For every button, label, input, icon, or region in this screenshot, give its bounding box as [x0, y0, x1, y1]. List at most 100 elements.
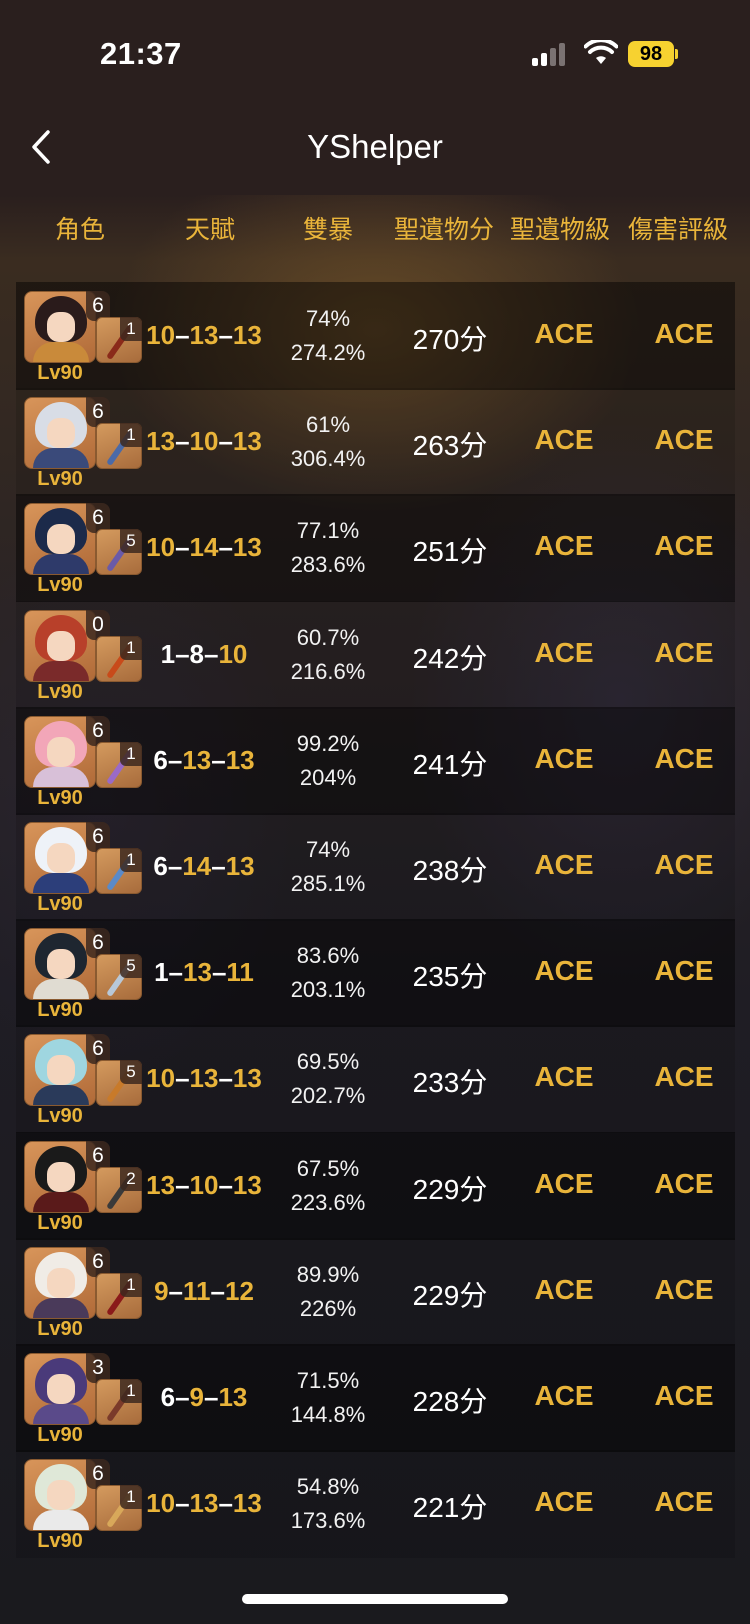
damage-grade: ACE [654, 318, 714, 349]
crit-rate: 61% [305, 412, 351, 437]
character-row[interactable]: 0 Lv90 1 1–8–10 60.7% 216.6% 242分 ACE ACE [16, 601, 735, 709]
artifact-grade: ACE [534, 1486, 594, 1517]
talent-levels: 10–14–13 [146, 532, 262, 562]
damage-grade: ACE [654, 530, 714, 561]
crit-damage: 216.6% [290, 659, 366, 684]
crit-damage: 226% [299, 1296, 357, 1321]
crit-rate: 54.8% [296, 1474, 360, 1499]
refinement-badge: 1 [120, 742, 142, 766]
character-row[interactable]: 6 Lv90 1 13–10–13 61% 306.4% 263分 ACE ACE [16, 388, 735, 496]
character-row[interactable]: 6 Lv90 1 10–13–13 74% 274.2% 270分 ACE ACE [16, 282, 735, 390]
talent-skill: 10 [189, 426, 219, 456]
talent-normal: 6 [153, 851, 168, 881]
refinement-badge: 1 [120, 1485, 142, 1509]
refinement-badge: 1 [120, 1273, 142, 1297]
artifact-grade: ACE [534, 637, 594, 668]
header-talent[interactable]: 天賦 [148, 210, 272, 246]
talent-skill: 11 [183, 1276, 211, 1306]
character-row[interactable]: 6 Lv90 1 6–13–13 99.2% 204% 241分 ACE ACE [16, 707, 735, 815]
character-row[interactable]: 6 Lv90 5 1–13–11 83.6% 203.1% 235分 ACE ACE [16, 919, 735, 1027]
damage-grade: ACE [654, 1380, 714, 1411]
talent-normal: 13 [146, 1170, 176, 1200]
character-row[interactable]: 6 Lv90 1 6–14–13 74% 285.1% 238分 ACE ACE [16, 813, 735, 921]
crit-damage: 204% [299, 765, 357, 790]
home-indicator [242, 1594, 508, 1604]
character-level: Lv90 [37, 893, 83, 915]
character-level: Lv90 [37, 1530, 83, 1552]
damage-grade: ACE [654, 637, 714, 668]
talent-normal: 10 [146, 1488, 176, 1518]
character-row[interactable]: 6 Lv90 5 10–13–13 69.5% 202.7% 233分 ACE ACE [16, 1025, 735, 1133]
crit-rate: 89.9% [296, 1262, 360, 1287]
crit-rate: 71.5% [296, 1368, 360, 1393]
talent-skill: 8 [189, 639, 204, 669]
crit-damage: 223.6% [290, 1190, 366, 1215]
talent-burst: 13 [232, 1170, 262, 1200]
crit-stats: 89.9% 226% [266, 1258, 390, 1326]
status-bar: 21:37 98 [0, 0, 750, 100]
character-row[interactable]: 6 Lv90 5 10–14–13 77.1% 283.6% 251分 ACE ACE [16, 494, 735, 602]
crit-damage: 283.6% [290, 552, 366, 577]
crit-stats: 77.1% 283.6% [266, 514, 390, 582]
talent-burst: 13 [232, 426, 262, 456]
refinement-badge: 5 [120, 529, 142, 553]
talent-skill: 13 [182, 745, 212, 775]
crit-damage: 202.7% [290, 1083, 366, 1108]
damage-grade: ACE [654, 743, 714, 774]
artifact-score: 270分 [412, 324, 488, 355]
talent-levels: 1–13–11 [154, 957, 254, 987]
talent-normal: 10 [146, 532, 176, 562]
crit-stats: 69.5% 202.7% [266, 1045, 390, 1113]
crit-damage: 173.6% [290, 1508, 366, 1533]
character-row[interactable]: 6 Lv90 1 9–11–12 89.9% 226% 229分 ACE ACE [16, 1238, 735, 1346]
refinement-badge: 5 [120, 954, 142, 978]
artifact-score: 263分 [412, 430, 488, 461]
artifact-score: 229分 [412, 1174, 488, 1205]
character-level: Lv90 [37, 681, 83, 703]
talent-skill: 13 [189, 1063, 219, 1093]
crit-rate: 77.1% [296, 518, 360, 543]
damage-grade: ACE [654, 955, 714, 986]
crit-stats: 74% 274.2% [266, 302, 390, 370]
refinement-badge: 1 [120, 317, 142, 341]
character-level: Lv90 [37, 1212, 83, 1234]
character-level: Lv90 [37, 362, 83, 384]
character-level: Lv90 [37, 1318, 83, 1340]
talent-burst: 13 [232, 1488, 262, 1518]
crit-rate: 69.5% [296, 1049, 360, 1074]
page-title: YShelper [307, 128, 443, 165]
talent-normal: 10 [146, 320, 176, 350]
artifact-score: 221分 [412, 1492, 488, 1523]
talent-levels: 10–13–13 [146, 1063, 262, 1093]
talent-burst: 13 [225, 851, 255, 881]
talent-levels: 6–9–13 [160, 1382, 248, 1412]
talent-normal: 9 [154, 1276, 169, 1306]
talent-burst: 11 [226, 957, 254, 987]
character-row[interactable]: 3 Lv90 1 6–9–13 71.5% 144.8% 228分 ACE ACE [16, 1344, 735, 1452]
header-damage-grade[interactable]: 傷害評級 [620, 210, 736, 246]
talent-levels: 10–13–13 [146, 320, 262, 350]
artifact-grade: ACE [534, 1274, 594, 1305]
crit-rate: 74% [305, 306, 351, 331]
artifact-grade: ACE [534, 1061, 594, 1092]
header-artifact-grade[interactable]: 聖遺物級 [502, 210, 618, 246]
header-character[interactable]: 角色 [20, 210, 140, 246]
talent-burst: 13 [225, 745, 255, 775]
crit-rate: 67.5% [296, 1156, 360, 1181]
talent-levels: 13–10–13 [146, 1170, 262, 1200]
header-crit[interactable]: 雙暴 [266, 210, 390, 246]
refinement-badge: 1 [120, 423, 142, 447]
talent-skill: 14 [189, 532, 219, 562]
talent-levels: 10–13–13 [146, 1488, 262, 1518]
refinement-badge: 1 [120, 636, 142, 660]
crit-stats: 54.8% 173.6% [266, 1470, 390, 1538]
character-row[interactable]: 6 Lv90 2 13–10–13 67.5% 223.6% 229分 ACE ACE [16, 1132, 735, 1240]
header-artifact-score[interactable]: 聖遺物分 [384, 210, 504, 246]
talent-skill: 13 [189, 1488, 219, 1518]
crit-damage: 203.1% [290, 977, 366, 1002]
character-level: Lv90 [37, 787, 83, 809]
artifact-grade: ACE [534, 424, 594, 455]
damage-grade: ACE [654, 1061, 714, 1092]
talent-levels: 6–13–13 [153, 745, 255, 775]
character-row[interactable]: 6 Lv90 1 10–13–13 54.8% 173.6% 221分 ACE ACE [16, 1450, 735, 1558]
